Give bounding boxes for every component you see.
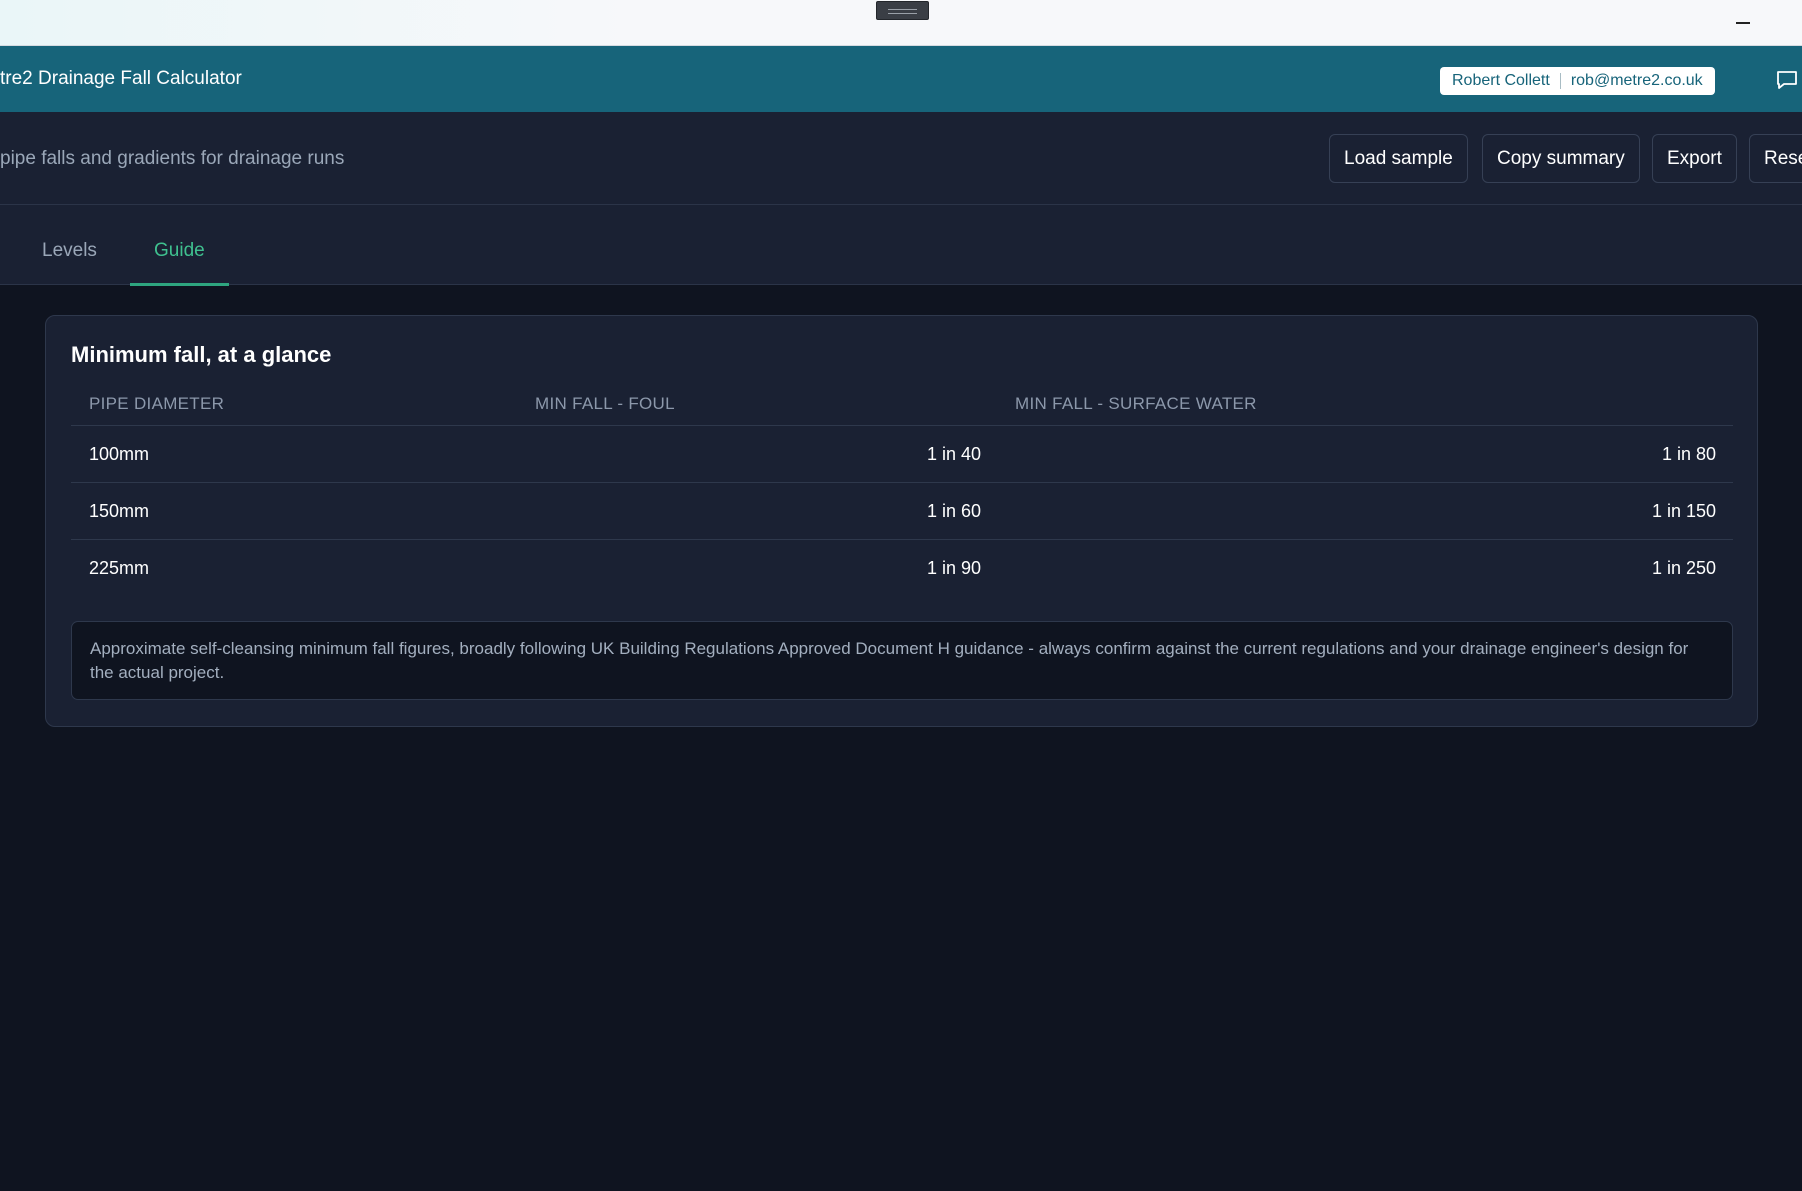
guidance-note: Approximate self-cleansing minimum fall … — [71, 621, 1733, 700]
min-fall-foul-cell: 1 in 90 — [926, 558, 981, 578]
minimize-icon — [1736, 22, 1750, 24]
reset-button[interactable]: Rese — [1749, 134, 1802, 183]
export-button[interactable]: Export — [1652, 134, 1737, 183]
pipe-diameter-cell: 100mm — [89, 444, 150, 464]
minimum-fall-card: Minimum fall, at a glance PIPE DIAMETER … — [45, 315, 1758, 727]
min-fall-foul-cell: 1 in 60 — [926, 501, 981, 521]
table-row: 150mm 1 in 60 1 in 150 — [71, 483, 1733, 540]
card-title: Minimum fall, at a glance — [71, 342, 332, 367]
minimize-button[interactable] — [1728, 8, 1758, 38]
table-header: PIPE DIAMETER MIN FALL - FOUL MIN FALL -… — [71, 381, 1733, 426]
min-fall-surface-water-cell: 1 in 80 — [1661, 444, 1716, 464]
tab-levels[interactable]: Levels — [18, 205, 121, 285]
table-row: 225mm 1 in 90 1 in 250 — [71, 540, 1733, 597]
page-subtitle: pipe falls and gradients for drainage ru… — [0, 148, 345, 169]
column-header-min-fall-foul: MIN FALL - FOUL — [535, 394, 675, 413]
app-title: tre2 Drainage Fall Calculator — [0, 68, 242, 89]
min-fall-surface-water-cell: 1 in 150 — [1651, 501, 1716, 521]
user-name: Robert Collett — [1452, 72, 1550, 89]
app-header: tre2 Drainage Fall Calculator Robert Col… — [0, 46, 1802, 112]
window-titlebar — [0, 0, 1802, 46]
copy-summary-button[interactable]: Copy summary — [1482, 134, 1640, 183]
pipe-diameter-cell: 150mm — [89, 501, 150, 521]
column-header-min-fall-surface-water: MIN FALL - SURFACE WATER — [1015, 394, 1257, 413]
table-row: 100mm 1 in 40 1 in 80 — [71, 426, 1733, 483]
divider — [1559, 73, 1561, 89]
min-fall-foul-cell: 1 in 40 — [926, 444, 981, 464]
tab-guide[interactable]: Guide — [130, 205, 229, 286]
chat-icon[interactable] — [1776, 70, 1798, 90]
drag-handle-icon[interactable] — [876, 1, 929, 20]
toolbar: pipe falls and gradients for drainage ru… — [0, 112, 1802, 205]
column-header-pipe-diameter: PIPE DIAMETER — [89, 394, 225, 413]
load-sample-button[interactable]: Load sample — [1329, 134, 1468, 183]
pipe-diameter-cell: 225mm — [89, 558, 150, 578]
user-account-badge[interactable]: Robert Collett rob@metre2.co.uk — [1440, 67, 1715, 95]
minimum-fall-table: PIPE DIAMETER MIN FALL - FOUL MIN FALL -… — [71, 381, 1733, 597]
tab-bar: Levels Guide — [0, 205, 1802, 286]
min-fall-surface-water-cell: 1 in 250 — [1651, 558, 1716, 578]
user-email: rob@metre2.co.uk — [1570, 72, 1703, 89]
